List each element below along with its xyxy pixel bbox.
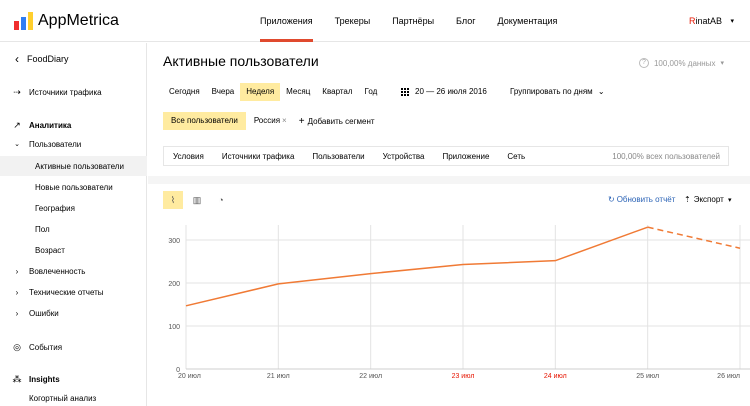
series-line-forecast <box>647 226 741 249</box>
x-tick-label: 20 июл <box>178 373 201 380</box>
chevron-right-icon: › <box>15 266 19 276</box>
sidebar-item-errors[interactable]: › Ошибки <box>0 303 147 323</box>
sidebar-item-label: Вовлеченность <box>29 266 86 276</box>
chevron-right-icon: › <box>15 308 19 318</box>
sidebar: ‹ FoodDiary ⇢ Источники трафика ↗ Аналит… <box>0 43 147 406</box>
data-point <box>185 304 188 307</box>
x-tick-label: 23 июл <box>452 373 475 380</box>
sidebar-item-users[interactable]: ⌄ Пользователи <box>0 134 147 154</box>
sidebar-item-label: Активные пользователи <box>35 161 124 171</box>
sidebar-item-label: Ошибки <box>29 308 59 318</box>
sidebar-item-label: Новые пользователи <box>35 182 113 192</box>
sidebar-item-tech-reports[interactable]: › Технические отчеты <box>0 282 147 302</box>
x-tick-label: 25 июл <box>636 373 659 380</box>
sidebar-item-age[interactable]: Возраст <box>0 240 147 260</box>
sidebar-item-label: Источники трафика <box>29 87 102 97</box>
sidebar-item-label: Когортный анализ <box>29 393 97 403</box>
sidebar-item-new-users[interactable]: Новые пользователи <box>0 177 147 197</box>
sidebar-item-events[interactable]: ◎ События <box>0 337 147 357</box>
chevron-left-icon[interactable]: ‹ <box>11 52 23 66</box>
brand-name: AppMetrica <box>38 12 119 29</box>
data-point <box>554 259 557 262</box>
sidebar-item-cohort-analysis[interactable]: Когортный анализ <box>0 388 147 406</box>
main-nav: Приложения Трекеры Партнёры Блог Докумен… <box>260 0 557 42</box>
sidebar-item-gender[interactable]: Пол <box>0 219 147 239</box>
nav-item-apps[interactable]: Приложения <box>260 0 313 42</box>
data-point <box>462 263 465 266</box>
sidebar-item-label: Пол <box>35 224 50 234</box>
x-tick-label: 26 июл <box>717 373 740 380</box>
active-users-chart: 010020030020 июл 21 июл 22 июл 23 июл 24 июл… <box>168 225 750 380</box>
user-name-rest: inatAB <box>695 16 722 26</box>
x-tick-label: 21 июл <box>267 373 290 380</box>
appmetrica-logo[interactable]: AppMetrica <box>14 10 119 30</box>
x-tick-label: 24 июл <box>544 373 567 380</box>
sidebar-item-label: Insights <box>29 374 60 384</box>
target-icon: ◎ <box>13 341 21 352</box>
sidebar-item-active-users[interactable]: Активные пользователи <box>0 156 147 176</box>
sidebar-item-label: География <box>35 203 75 213</box>
sidebar-item-label: Аналитика <box>29 120 72 130</box>
logo-bars-icon <box>14 12 33 30</box>
sidebar-item-label: Пользователи <box>29 139 82 149</box>
chevron-down-icon: ⌄ <box>14 141 20 148</box>
nav-item-docs[interactable]: Документация <box>498 0 558 42</box>
data-point <box>646 226 649 229</box>
analytics-chart-icon: ↗ <box>13 119 21 130</box>
data-point <box>369 272 372 275</box>
top-bar: AppMetrica Приложения Трекеры Партнёры Б… <box>0 0 750 42</box>
traffic-arrow-icon: ⇢ <box>13 86 21 97</box>
sidebar-item-traffic-sources[interactable]: ⇢ Источники трафика <box>0 82 147 102</box>
data-point <box>739 247 742 250</box>
sidebar-item-label: События <box>29 342 63 352</box>
data-point <box>277 282 280 285</box>
main-content: Активные пользователи ? 100,00% данных ▾… <box>148 43 750 406</box>
chevron-down-icon[interactable]: ▾ <box>730 17 734 25</box>
sidebar-item-label: Возраст <box>35 245 65 255</box>
sidebar-item-insights[interactable]: ⁂ Insights <box>0 369 147 389</box>
sidebar-item-engagement[interactable]: › Вовлеченность <box>0 261 147 281</box>
sidebar-item-label: Технические отчеты <box>29 287 104 297</box>
sidebar-app-back[interactable]: ‹ FoodDiary <box>0 49 147 69</box>
chevron-right-icon: › <box>15 287 19 297</box>
nav-item-trackers[interactable]: Трекеры <box>335 0 371 42</box>
user-menu[interactable]: RinatAB <box>689 16 722 26</box>
sidebar-app-name: FoodDiary <box>27 54 69 64</box>
nav-item-blog[interactable]: Блог <box>456 0 475 42</box>
y-tick-label: 300 <box>168 238 180 245</box>
x-tick-label: 22 июл <box>359 373 382 380</box>
sidebar-item-analytics[interactable]: ↗ Аналитика <box>0 115 147 135</box>
series-line <box>185 226 648 307</box>
insights-icon: ⁂ <box>12 373 22 384</box>
sidebar-item-geography[interactable]: География <box>0 198 147 218</box>
y-tick-label: 200 <box>168 281 180 288</box>
y-tick-label: 100 <box>168 324 180 331</box>
nav-item-partners[interactable]: Партнёры <box>392 0 434 42</box>
